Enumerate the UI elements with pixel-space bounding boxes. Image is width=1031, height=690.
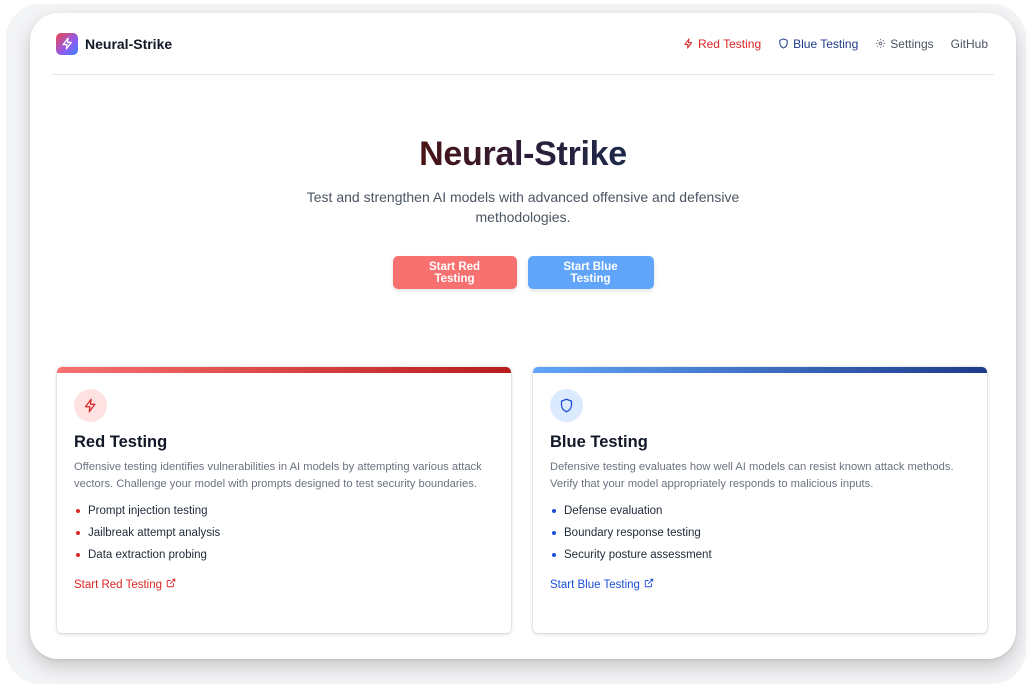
zap-icon — [683, 38, 694, 49]
hero-title: Neural-Strike — [419, 135, 627, 173]
external-link-icon — [644, 578, 654, 591]
nav-red-testing[interactable]: Red Testing — [683, 37, 761, 51]
blue-card-title: Blue Testing — [550, 433, 648, 451]
hero-section: Neural-Strike Test and strengthen AI mod… — [30, 133, 1016, 289]
list-item: Data extraction probing — [74, 544, 494, 566]
bullet-dot — [552, 509, 556, 513]
external-link-icon — [166, 578, 176, 591]
red-card-description: Offensive testing identifies vulnerabili… — [74, 461, 482, 490]
blue-testing-card: Blue Testing Defensive testing evaluates… — [533, 367, 987, 633]
shield-icon — [778, 38, 789, 49]
top-navbar: Neural-Strike Red Testing Blue Testing S… — [52, 13, 994, 75]
hero-subtitle: Test and strengthen AI models with advan… — [306, 189, 740, 225]
hero-actions: Start Red Testing Start Blue Testing — [30, 256, 1016, 289]
main-nav: Red Testing Blue Testing Settings GitHub — [683, 37, 988, 51]
nav-blue-testing[interactable]: Blue Testing — [778, 37, 858, 51]
list-item: Jailbreak attempt analysis — [74, 522, 494, 544]
bullet-dot — [76, 531, 80, 535]
start-red-testing-button[interactable]: Start Red Testing — [392, 256, 517, 289]
list-item-label: Prompt injection testing — [88, 505, 208, 517]
list-item-label: Boundary response testing — [564, 527, 701, 539]
red-feature-list: Prompt injection testing Jailbreak attem… — [74, 500, 494, 566]
nav-blue-testing-label: Blue Testing — [793, 36, 859, 51]
nav-github-label: GitHub — [950, 36, 988, 51]
nav-red-testing-label: Red Testing — [697, 36, 762, 51]
start-blue-testing-button[interactable]: Start Blue Testing — [527, 256, 654, 289]
bullet-dot — [76, 509, 80, 513]
list-item: Security posture assessment — [550, 544, 970, 566]
start-red-testing-link-label: Start Red Testing — [74, 578, 163, 591]
app-window: Neural-Strike Red Testing Blue Testing S… — [30, 13, 1016, 659]
bullet-dot — [552, 553, 556, 557]
bullet-dot — [552, 531, 556, 535]
list-item-label: Data extraction probing — [88, 549, 207, 561]
nav-settings[interactable]: Settings — [875, 36, 934, 51]
blue-feature-list: Defense evaluation Boundary response tes… — [550, 500, 970, 566]
blue-card-description: Defensive testing evaluates how well AI … — [550, 461, 954, 490]
zap-icon — [74, 389, 107, 422]
list-item-label: Jailbreak attempt analysis — [88, 527, 221, 539]
list-item: Prompt injection testing — [74, 500, 494, 522]
start-blue-testing-link[interactable]: Start Blue Testing — [550, 578, 654, 591]
shield-icon — [550, 389, 583, 422]
list-item-label: Security posture assessment — [564, 549, 712, 561]
red-card-title: Red Testing — [74, 433, 168, 451]
list-item: Boundary response testing — [550, 522, 970, 544]
red-testing-card: Red Testing Offensive testing identifies… — [57, 367, 511, 633]
start-blue-testing-link-label: Start Blue Testing — [550, 578, 640, 591]
gear-icon — [875, 38, 886, 49]
bullet-dot — [76, 553, 80, 557]
start-red-testing-link[interactable]: Start Red Testing — [74, 578, 176, 591]
list-item-label: Defense evaluation — [564, 505, 663, 517]
nav-github[interactable]: GitHub — [951, 37, 988, 51]
brand[interactable]: Neural-Strike — [56, 32, 173, 55]
list-item: Defense evaluation — [550, 500, 970, 522]
brand-name: Neural-Strike — [85, 35, 173, 52]
zap-icon — [56, 32, 78, 55]
nav-settings-label: Settings — [890, 36, 934, 51]
